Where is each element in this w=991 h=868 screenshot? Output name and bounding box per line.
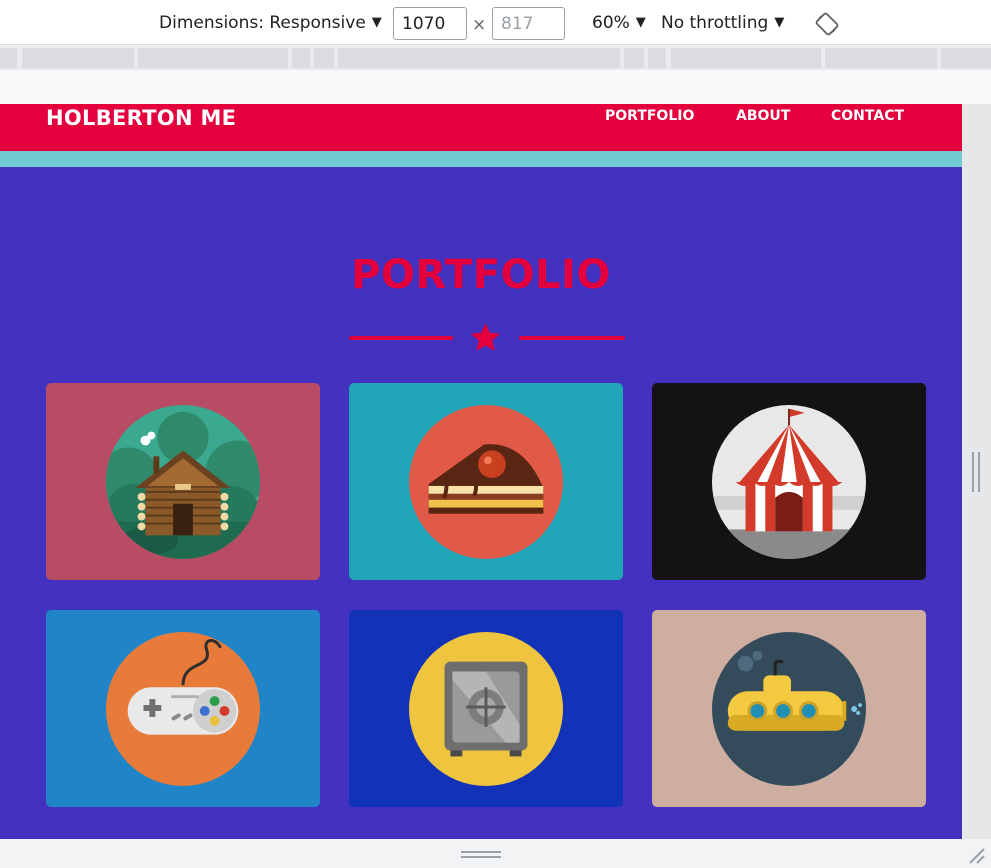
media-query-segment[interactable] — [338, 48, 620, 68]
media-query-segment[interactable] — [0, 48, 17, 68]
media-query-segment[interactable] — [648, 48, 666, 68]
chevron-down-icon: ▼ — [774, 15, 785, 30]
nav-link-about[interactable]: ABOUT — [736, 108, 790, 124]
media-query-bar[interactable] — [0, 46, 991, 70]
media-query-segment[interactable] — [671, 48, 821, 68]
circus-tent-icon — [711, 404, 867, 560]
site-header: HOLBERTON ME PORTFOLIO ABOUT CONTACT — [0, 104, 962, 151]
chevron-down-icon: ▼ — [371, 15, 382, 30]
portfolio-card-submarine[interactable] — [652, 610, 926, 807]
portfolio-card-cabin[interactable] — [46, 383, 320, 580]
chevron-down-icon: ▼ — [635, 15, 646, 30]
media-query-segment[interactable] — [941, 48, 991, 68]
throttling-label: No throttling — [661, 13, 769, 33]
corner-resize-icon[interactable] — [966, 845, 986, 865]
submarine-icon — [711, 631, 867, 787]
zoom-dropdown[interactable]: 60% ▼ — [592, 13, 646, 33]
nav-link-contact[interactable]: CONTACT — [831, 108, 904, 124]
game-controller-icon — [105, 631, 261, 787]
portfolio-card-safe[interactable] — [349, 610, 623, 807]
media-query-segment[interactable] — [825, 48, 937, 68]
nav-link-portfolio[interactable]: PORTFOLIO — [605, 108, 694, 124]
portfolio-card-circus[interactable] — [652, 383, 926, 580]
resize-handle-horizontal[interactable] — [461, 851, 501, 858]
dimensions-dropdown[interactable]: Dimensions: Responsive ▼ — [159, 13, 382, 33]
portfolio-card-controller[interactable] — [46, 610, 320, 807]
portfolio-card-cake[interactable] — [349, 383, 623, 580]
height-input[interactable] — [492, 7, 565, 40]
throttling-dropdown[interactable]: No throttling ▼ — [661, 13, 784, 33]
media-query-segment[interactable] — [138, 48, 288, 68]
log-cabin-icon — [105, 404, 261, 560]
media-query-segment[interactable] — [624, 48, 644, 68]
header-accent-strip — [0, 151, 962, 167]
site-brand[interactable]: HOLBERTON ME — [46, 106, 236, 130]
media-query-segment[interactable] — [22, 48, 134, 68]
devtools-device-toolbar: Dimensions: Responsive ▼ × 60% ▼ No thrott… — [0, 0, 991, 45]
dimensions-label: Dimensions: Responsive — [159, 13, 366, 33]
media-query-segment[interactable] — [314, 48, 334, 68]
cake-slice-icon — [408, 404, 564, 560]
ruler-gap — [0, 70, 991, 104]
times-symbol: × — [472, 15, 487, 35]
rotate-icon[interactable] — [815, 12, 839, 36]
safe-icon — [408, 631, 564, 787]
width-input[interactable] — [393, 7, 467, 40]
divider-line-left — [349, 336, 453, 340]
section-title: PORTFOLIO — [351, 252, 611, 298]
resize-handle-vertical[interactable] — [972, 452, 980, 492]
zoom-label: 60% — [592, 13, 630, 33]
media-query-segment[interactable] — [292, 48, 310, 68]
emulated-viewport: HOLBERTON ME PORTFOLIO ABOUT CONTACT POR… — [0, 104, 962, 839]
star-icon — [470, 323, 501, 351]
divider-line-right — [519, 336, 625, 340]
